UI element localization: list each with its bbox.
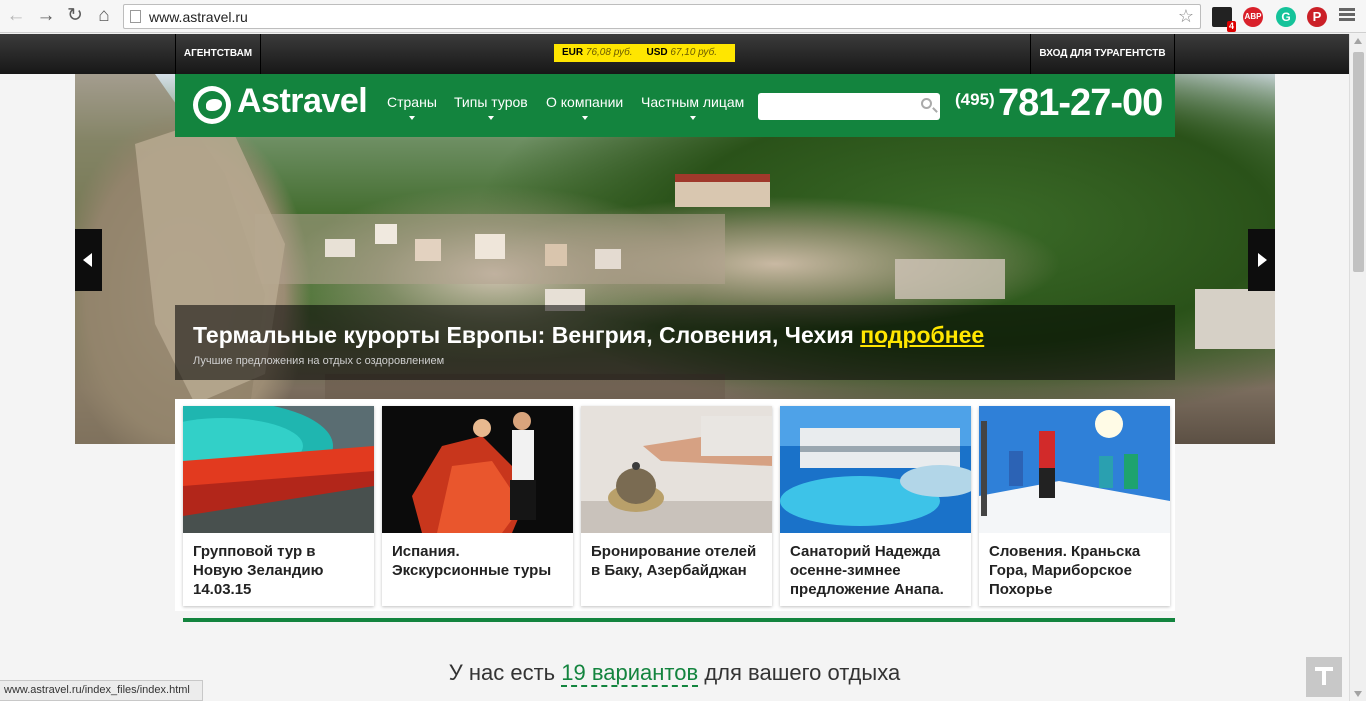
forward-icon[interactable]: → — [35, 5, 57, 27]
top-bar: АГЕНТСТВАМ EUR 76,08 руб. USD 67,10 руб.… — [0, 34, 1349, 74]
scrollbar[interactable] — [1349, 34, 1366, 701]
back-icon[interactable]: ← — [5, 5, 27, 27]
bookmark-star-icon[interactable]: ☆ — [1178, 6, 1194, 27]
phone-code: (495) — [955, 90, 995, 109]
offer-title[interactable]: Словения. Краньска Гора, Мариборское Пох… — [989, 542, 1164, 599]
offer-image — [183, 406, 374, 533]
hero-slider: Astravel Страны Типы туров О компании Ча… — [75, 74, 1275, 444]
reload-icon[interactable]: ↻ — [64, 5, 86, 27]
slide-caption: Термальные курорты Европы: Венгрия, Слов… — [175, 305, 1175, 380]
offer-image — [382, 406, 573, 533]
offer-card[interactable]: Санаторий Надежда осенне-зимнее предложе… — [780, 406, 971, 606]
usd-value: 67,10 руб. — [670, 47, 718, 58]
chevron-down-icon — [487, 116, 494, 120]
slider-next-button[interactable] — [1248, 229, 1275, 291]
offer-image — [581, 406, 772, 533]
chevron-down-icon — [581, 116, 588, 120]
eur-label: EUR — [562, 47, 584, 58]
pinterest-icon[interactable]: P — [1307, 7, 1327, 27]
offer-image — [979, 406, 1170, 533]
nav-about[interactable]: О компании — [546, 94, 623, 120]
slider-prev-button[interactable] — [75, 229, 102, 291]
nav-countries[interactable]: Страны — [387, 94, 437, 120]
phone-number: 781-27-00 — [998, 82, 1163, 124]
chevron-right-icon — [1258, 253, 1267, 267]
offer-card[interactable]: Групповой тур в Новую Зеландию 14.03.15 — [183, 406, 374, 606]
slide-title: Термальные курорты Европы: Венгрия, Слов… — [193, 322, 985, 348]
eur-value: 76,08 руб. — [585, 47, 633, 58]
offer-card[interactable]: Бронирование отелей в Баку, Азербайджан — [581, 406, 772, 606]
chevron-down-icon — [408, 116, 415, 120]
logo-text: Astravel — [237, 82, 368, 120]
search-icon[interactable] — [921, 98, 932, 109]
offer-title[interactable]: Испания. Экскурсионные туры — [392, 542, 567, 580]
browser-menu-icon[interactable] — [1339, 8, 1355, 22]
agencies-link[interactable]: АГЕНТСТВАМ — [175, 34, 261, 74]
offer-title[interactable]: Санаторий Надежда осенне-зимнее предложе… — [790, 542, 965, 599]
chevron-down-icon — [689, 116, 696, 120]
slide-subtitle: Лучшие предложения на отдых с оздоровлен… — [193, 355, 445, 367]
browser-toolbar: ← → ↻ ⌂ www.astravel.ru ☆ 4 ABP G P — [0, 0, 1366, 33]
search-input[interactable] — [758, 93, 940, 120]
scroll-to-top-button[interactable] — [1306, 657, 1342, 697]
chevron-left-icon — [83, 253, 92, 267]
globe-icon — [193, 86, 231, 124]
offer-card[interactable]: Словения. Краньска Гора, Мариборское Пох… — [979, 406, 1170, 606]
offer-title[interactable]: Бронирование отелей в Баку, Азербайджан — [591, 542, 766, 580]
variants-count-link[interactable]: 19 вариантов — [561, 660, 699, 687]
nav-private[interactable]: Частным лицам — [641, 94, 744, 120]
url-text[interactable]: www.astravel.ru — [149, 9, 248, 25]
page: АГЕНТСТВАМ EUR 76,08 руб. USD 67,10 руб.… — [0, 34, 1349, 701]
offer-card[interactable]: Испания. Экскурсионные туры — [382, 406, 573, 606]
page-icon — [130, 10, 141, 23]
scrollbar-thumb[interactable] — [1353, 52, 1364, 272]
more-link[interactable]: подробнее — [860, 322, 984, 348]
agent-login-link[interactable]: ВХОД ДЛЯ ТУРАГЕНТСТВ — [1030, 34, 1175, 74]
currency-rates: EUR 76,08 руб. USD 67,10 руб. — [554, 44, 735, 62]
extension-icon[interactable]: 4 — [1212, 7, 1236, 32]
divider — [183, 618, 1175, 622]
site-header: Astravel Страны Типы туров О компании Ча… — [175, 74, 1175, 137]
offer-cards: Групповой тур в Новую Зеландию 14.03.15 … — [175, 399, 1175, 611]
adblock-icon[interactable]: ABP — [1243, 7, 1263, 27]
usd-label: USD — [646, 47, 668, 58]
grammarly-icon[interactable]: G — [1276, 7, 1296, 27]
home-icon[interactable]: ⌂ — [93, 5, 115, 27]
offer-image — [780, 406, 971, 533]
offer-title[interactable]: Групповой тур в Новую Зеландию 14.03.15 — [193, 542, 368, 599]
extension-badge: 4 — [1226, 21, 1236, 32]
status-bar: www.astravel.ru/index_files/index.html — [0, 680, 203, 701]
nav-tour-types[interactable]: Типы туров — [454, 94, 528, 120]
address-bar[interactable]: www.astravel.ru ☆ — [123, 4, 1201, 29]
